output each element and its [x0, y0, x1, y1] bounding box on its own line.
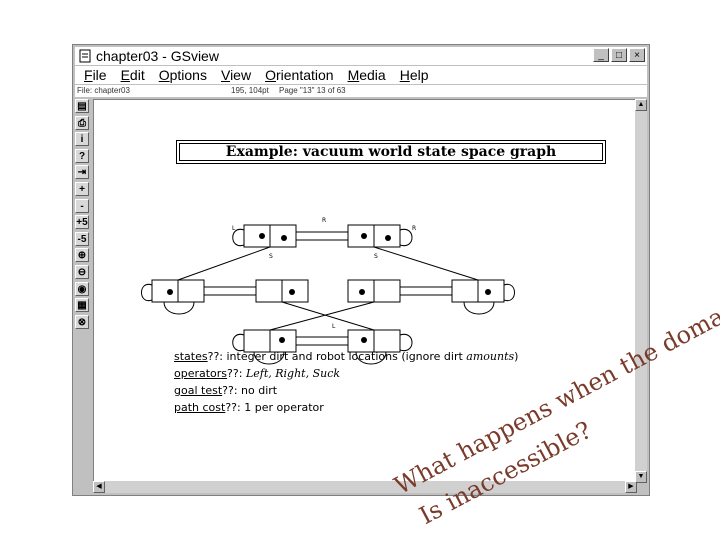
menu-label-rest: ptions	[169, 67, 207, 83]
menu-mnemonic: E	[120, 67, 130, 83]
print-icon[interactable]: ⎙	[75, 115, 89, 130]
menu-label-rest: edia	[359, 67, 386, 83]
scroll-up-arrow-icon[interactable]: ▲	[635, 99, 647, 111]
definition-text: : 1 per operator	[237, 401, 324, 414]
menu-media[interactable]: Media	[348, 67, 386, 83]
goto-icon[interactable]: ⇥	[75, 165, 89, 180]
definition-term: states	[174, 350, 208, 363]
state-space-graph: R L R S S L	[141, 217, 515, 365]
definition-italic: Left, Right, Suck	[245, 367, 341, 380]
vertical-scrollbar[interactable]: ▲ ▼	[635, 99, 647, 483]
definition-marker: ??	[222, 384, 234, 397]
status-coords: 195, 104pt	[231, 86, 269, 95]
definition-term: goal test	[174, 384, 223, 397]
menu-mnemonic: F	[84, 67, 93, 83]
plus-icon[interactable]: +	[75, 181, 89, 196]
status-file: File: chapter03	[77, 86, 130, 95]
menu-help[interactable]: Help	[400, 67, 429, 83]
definition-line: operators??: Left, Right, Suck	[174, 367, 340, 380]
definition-text: : integer dirt and robot locations (igno…	[219, 350, 467, 363]
menu-mnemonic: V	[220, 67, 231, 83]
menu-options[interactable]: Options	[159, 67, 207, 83]
label-r: R	[412, 225, 416, 232]
scroll-left-arrow-icon[interactable]: ◀	[93, 481, 105, 493]
document-view[interactable]: Example: vacuum world state space graph	[93, 99, 637, 483]
maximize-button[interactable]: □	[611, 48, 627, 62]
label-l: L	[332, 323, 336, 330]
label-s: S	[374, 253, 378, 260]
magnify-icon[interactable]: ◉	[75, 281, 89, 296]
info-icon[interactable]: i	[75, 132, 89, 147]
title-bar: chapter03 - GSview _ □ ×	[75, 47, 647, 65]
menu-label-rest: ile	[92, 67, 107, 83]
ruler-icon[interactable]: ▦	[75, 298, 89, 313]
definition-marker: ??	[227, 367, 239, 380]
menu-bar: File Edit Options View Orientation Media Help	[75, 66, 647, 84]
slide-title-box: Example: vacuum world state space graph	[176, 140, 606, 164]
menu-orientation[interactable]: Orientation	[265, 67, 333, 83]
open-icon[interactable]: ▤	[75, 99, 89, 113]
menu-edit[interactable]: Edit	[121, 67, 145, 83]
definition-marker: ??	[225, 401, 238, 414]
definition-line: goal test??: no dirt	[174, 384, 277, 397]
minimize-button[interactable]: _	[593, 48, 609, 62]
menu-file[interactable]: File	[84, 67, 107, 83]
app-icon	[79, 49, 91, 63]
definition-text: :	[238, 367, 246, 380]
menu-mnemonic: O	[265, 67, 276, 83]
menu-mnemonic: M	[347, 67, 360, 83]
menu-mnemonic: H	[399, 67, 410, 83]
horizontal-scrollbar[interactable]: ◀ ▶	[93, 481, 637, 493]
minus5-icon[interactable]: -5	[75, 231, 89, 246]
menu-label-rest: dit	[129, 67, 145, 83]
window-title: chapter03 - GSview	[96, 48, 219, 64]
orient-icon[interactable]: ⊗	[75, 314, 89, 329]
side-toolbar: ▤ ⎙ i? ⇥ + - +5 -5 ⊕ ⊖ ◉ ▦ ⊗	[75, 99, 91, 329]
menu-label-rest: rientation	[275, 67, 334, 83]
label-s: S	[269, 253, 273, 260]
definition-term: operators	[174, 367, 228, 380]
menu-label-rest: elp	[409, 67, 429, 83]
help-icon[interactable]: ?	[75, 148, 89, 163]
definition-line: path cost??: 1 per operator	[174, 401, 324, 414]
status-bar: File: chapter03 195, 104pt Page "13" 13 …	[75, 85, 647, 97]
slide-title: Example: vacuum world state space graph	[179, 143, 603, 161]
menu-label-rest: iew	[230, 67, 252, 83]
menu-mnemonic: O	[158, 67, 170, 83]
menu-view[interactable]: View	[221, 67, 251, 83]
definition-end: )	[514, 350, 519, 363]
scroll-right-arrow-icon[interactable]: ▶	[625, 481, 637, 493]
definition-marker: ??	[207, 350, 220, 363]
zoom-in-icon[interactable]: ⊕	[75, 248, 89, 263]
minus-icon[interactable]: -	[75, 198, 89, 213]
plus5-icon[interactable]: +5	[75, 215, 89, 230]
zoom-out-icon[interactable]: ⊖	[75, 264, 89, 279]
definition-line: states??: integer dirt and robot locatio…	[174, 350, 518, 363]
definition-text: : no dirt	[233, 384, 278, 397]
definition-italic: amounts	[466, 350, 515, 363]
definition-term: path cost	[174, 401, 226, 414]
status-page: Page "13" 13 of 63	[279, 86, 346, 95]
close-button[interactable]: ×	[629, 48, 645, 62]
label-r: R	[322, 217, 326, 224]
